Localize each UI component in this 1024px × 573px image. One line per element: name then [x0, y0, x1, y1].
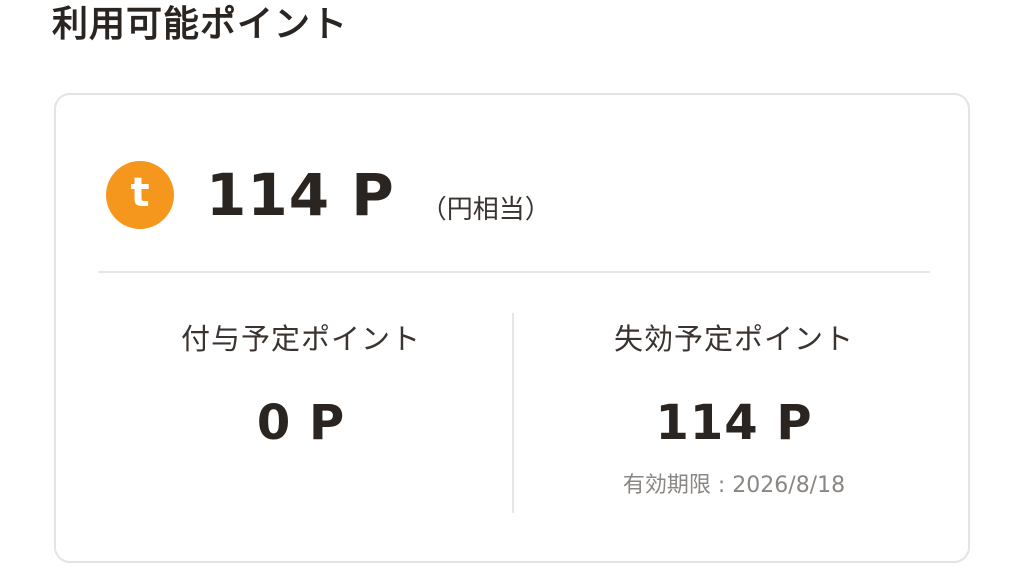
yen-equivalent-note: （円相当） [420, 194, 551, 225]
scheduled-grant-label: 付与予定ポイント [180, 322, 421, 356]
vertical-divider [512, 313, 514, 513]
scheduled-grant-value: 0 P [256, 395, 346, 451]
available-points-value: 114 P [206, 161, 395, 229]
section-title: 利用可能ポイント [52, 4, 349, 45]
scheduled-expiry-label: 失効予定ポイント [613, 322, 854, 356]
horizontal-divider [98, 271, 930, 273]
scheduled-grant-column: 付与予定ポイント 0 P [101, 317, 501, 453]
points-page: 利用可能ポイント t 114 P （円相当） 付与予定ポイント 0 P 失効予定… [0, 0, 1024, 573]
points-card: t 114 P （円相当） 付与予定ポイント 0 P 失効予定ポイント 114 … [54, 93, 970, 563]
expiry-date-text: 有効期限 : 2026/8/18 [622, 473, 846, 498]
coin-letter: t [130, 170, 150, 216]
scheduled-expiry-column: 失効予定ポイント 114 P 有効期限 : 2026/8/18 [534, 317, 934, 501]
t-point-coin-icon: t [106, 161, 174, 229]
balance-row: t 114 P （円相当） [106, 155, 551, 235]
scheduled-expiry-value: 114 P [655, 395, 813, 451]
